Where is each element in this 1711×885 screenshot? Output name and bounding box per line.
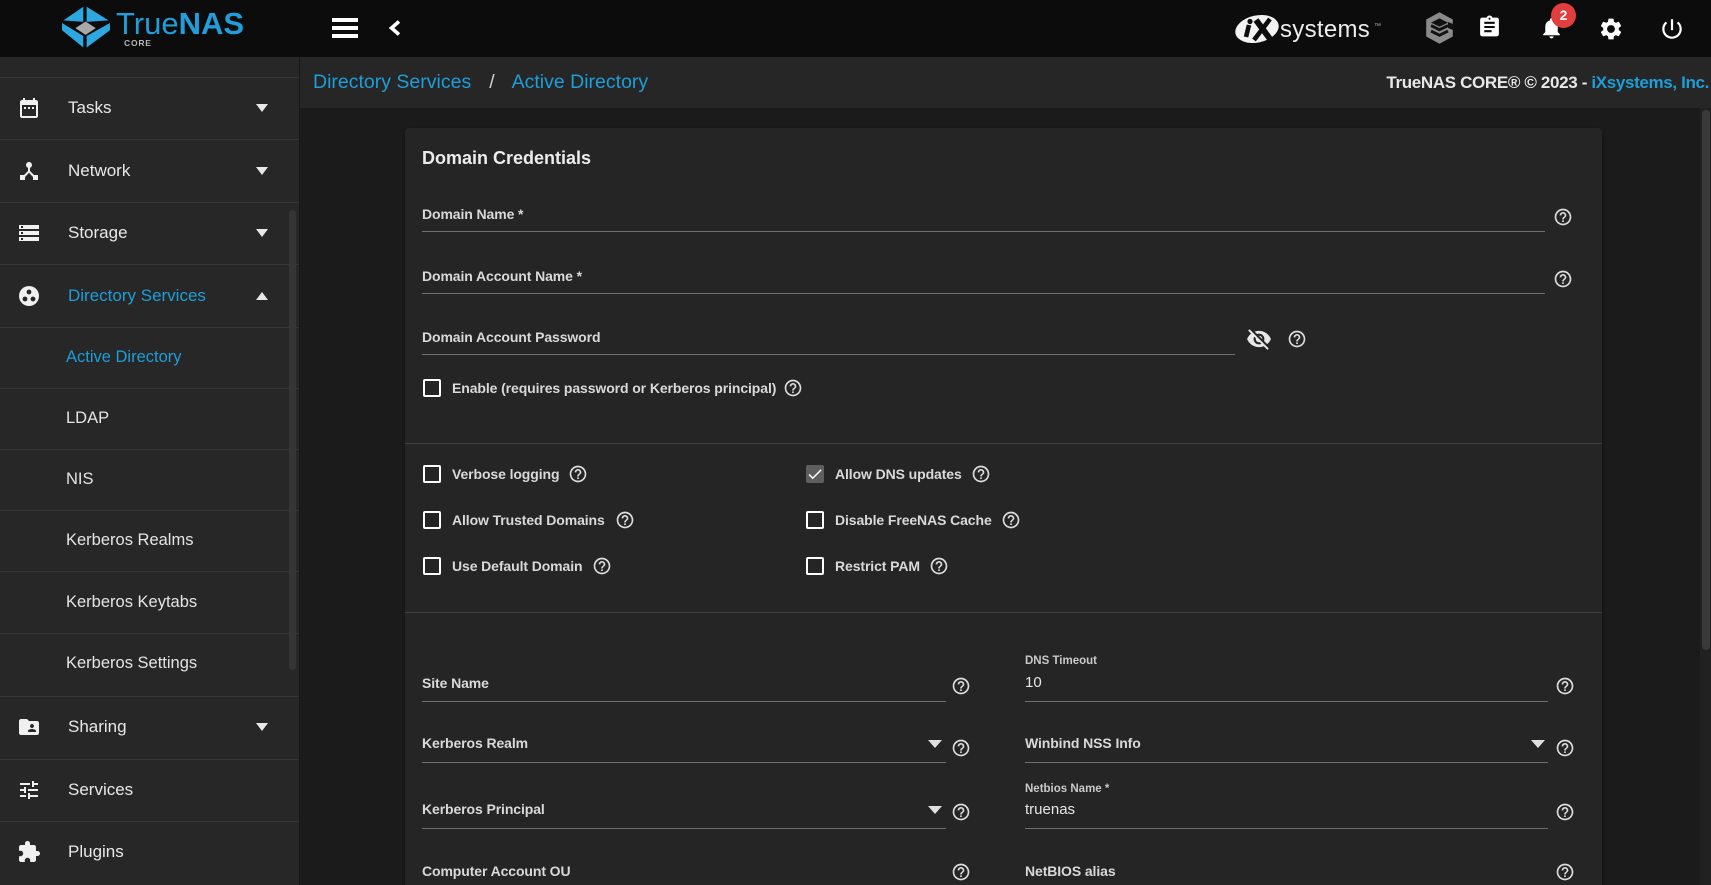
svg-text:systems: systems <box>1280 16 1370 43</box>
svg-text:™: ™ <box>1374 23 1381 30</box>
